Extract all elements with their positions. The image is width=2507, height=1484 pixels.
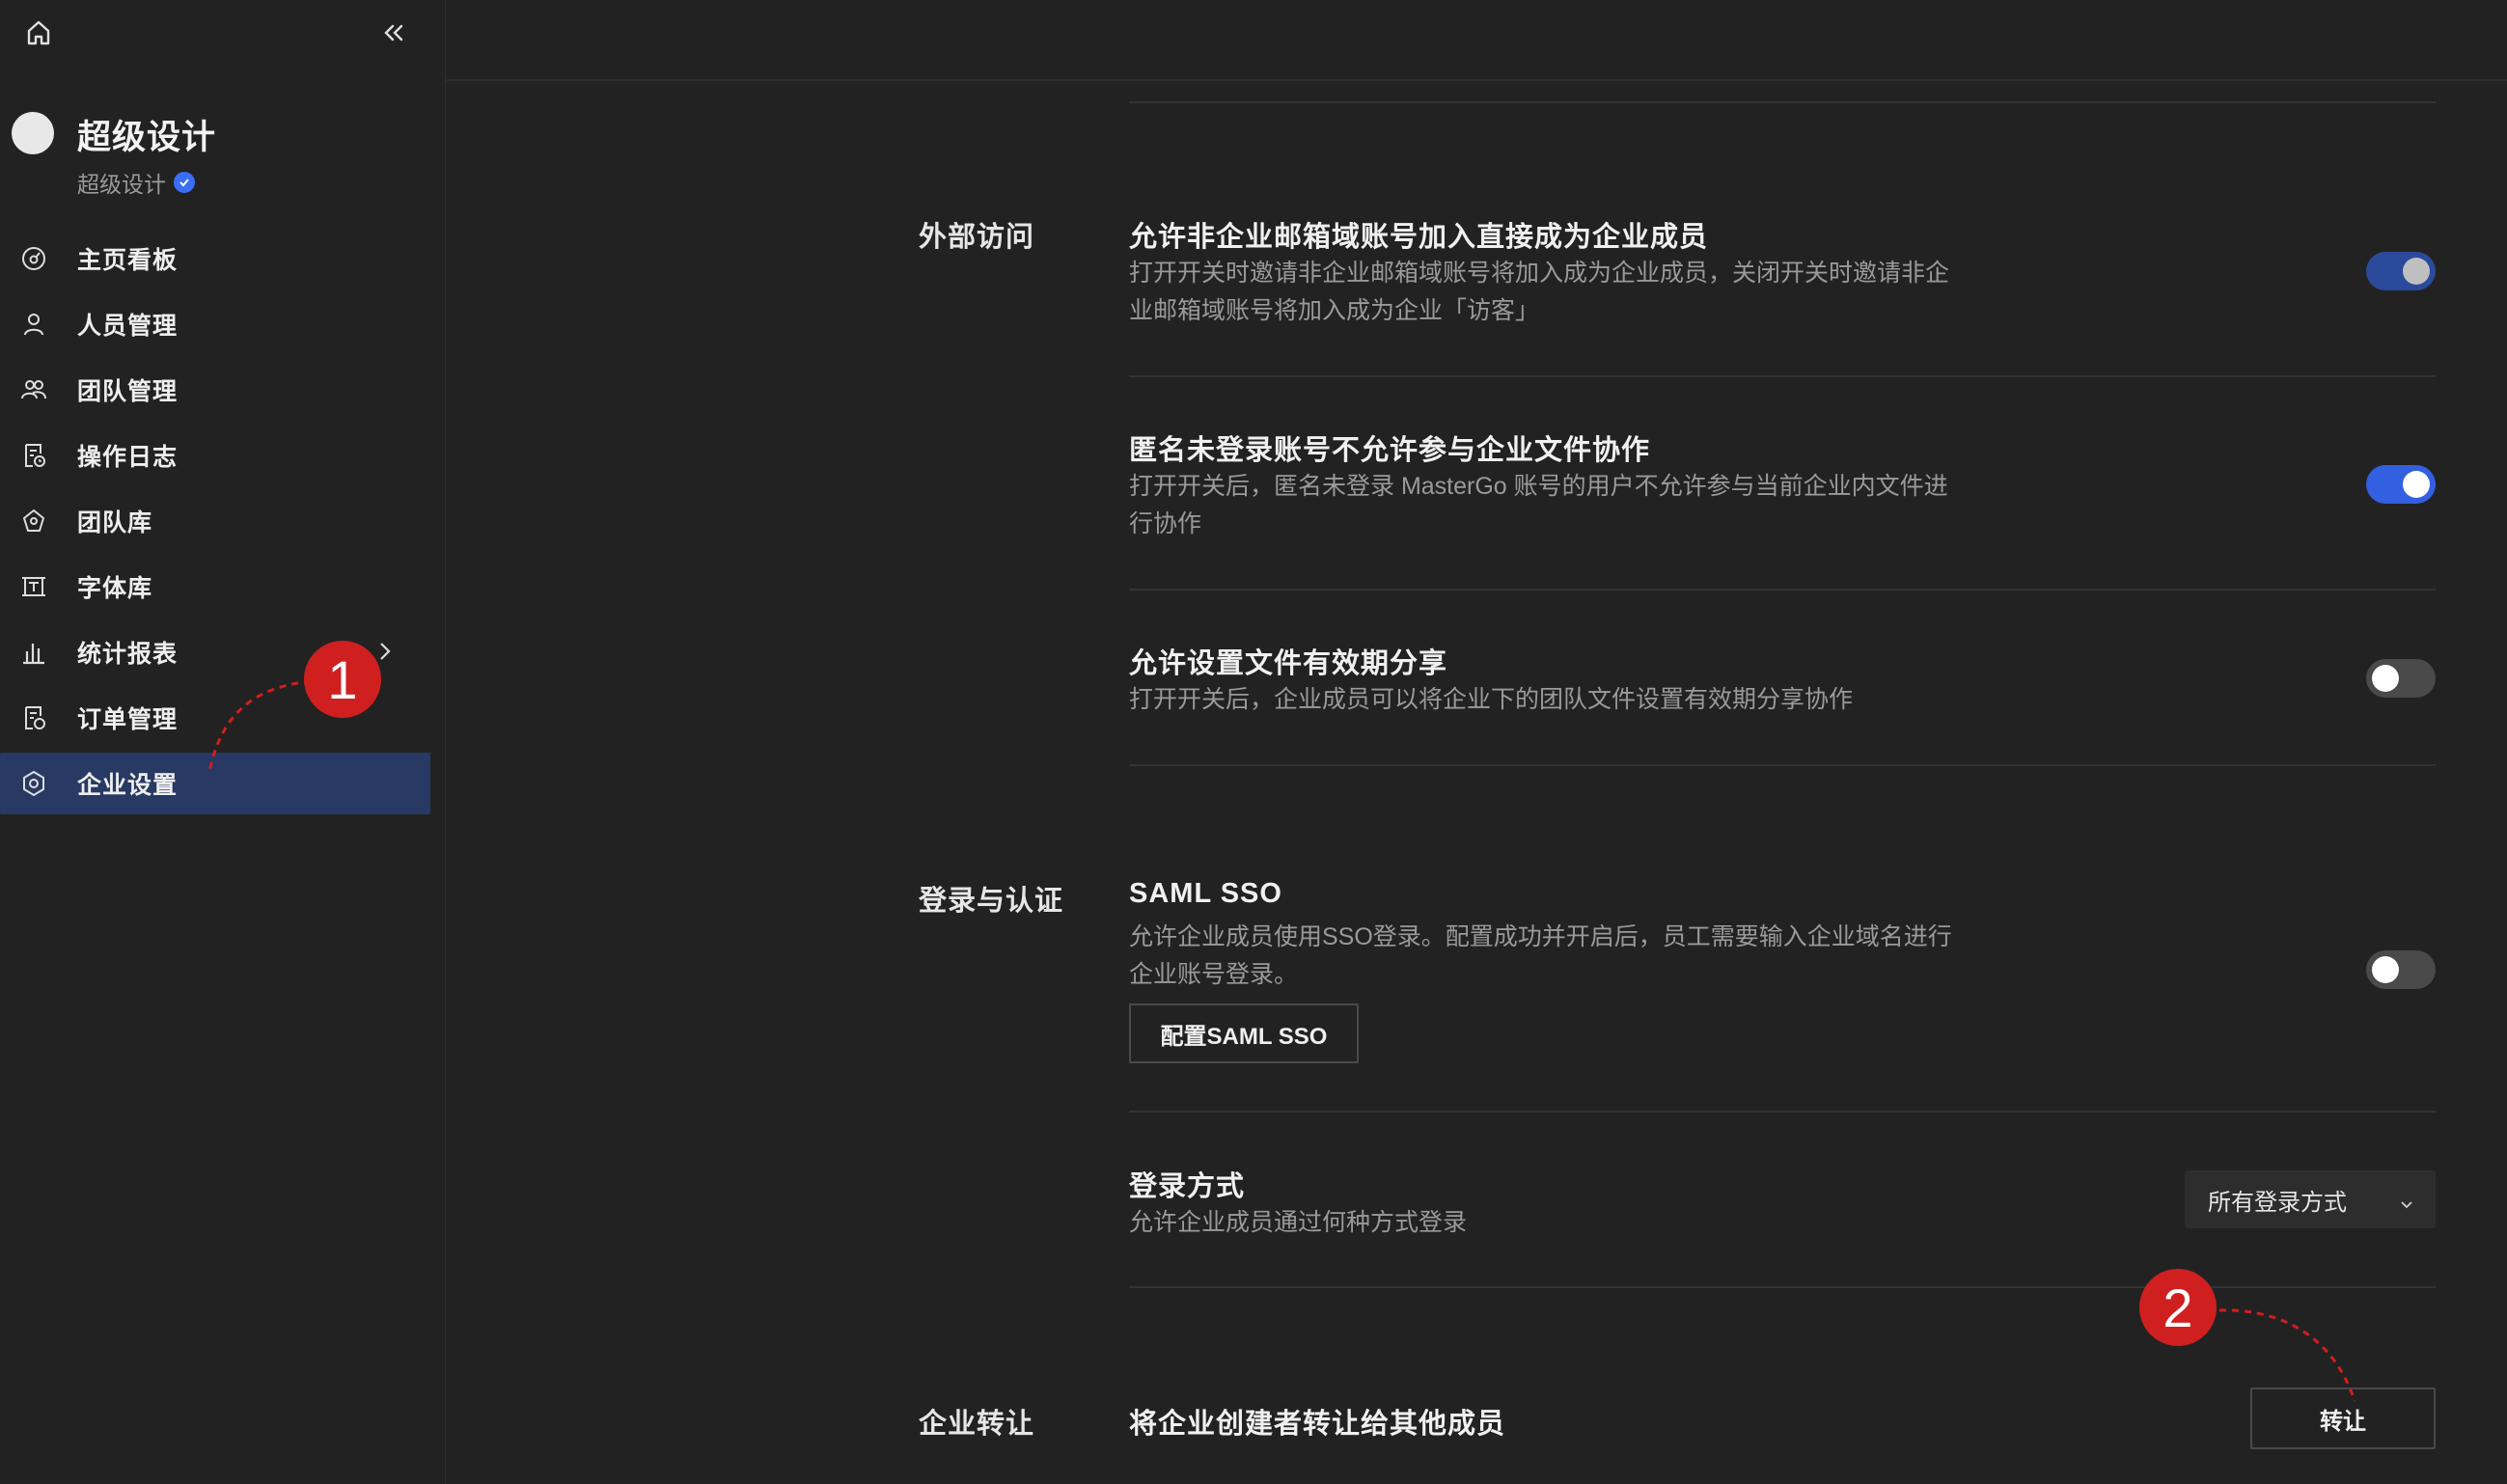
user-icon <box>19 310 48 339</box>
sidebar-item-label: 团队管理 <box>77 378 179 405</box>
login-method-selected-value: 所有登录方式 <box>2208 1189 2347 1216</box>
divider <box>1129 1286 2436 1288</box>
sidebar-nav: 主页看板 人员管理 团队管理 操作日志 团队库 字体库 统计报表 订单管理 企业… <box>0 228 430 818</box>
annotation-marker-1: 1 <box>304 641 381 718</box>
sidebar-item-fonts[interactable]: 字体库 <box>0 556 430 618</box>
team-avatar[interactable] <box>12 112 54 154</box>
verified-badge-icon <box>174 172 195 193</box>
divider <box>1129 1111 2436 1113</box>
team-subtitle-text: 超级设计 <box>77 172 166 197</box>
dashboard-icon <box>19 244 48 273</box>
annotation-marker-2: 2 <box>2139 1269 2217 1346</box>
log-icon <box>19 441 48 470</box>
settings-icon <box>19 769 48 798</box>
sidebar-item-dashboard[interactable]: 主页看板 <box>0 228 430 289</box>
divider <box>1129 375 2436 377</box>
setting-title-expiring-share: 允许设置文件有效期分享 <box>1129 648 1448 679</box>
bar-chart-icon <box>19 638 48 667</box>
sidebar-item-people[interactable]: 人员管理 <box>0 293 430 355</box>
sidebar: 超级设计 超级设计 主页看板 人员管理 团队管理 操作日志 团队库 字体库 统计… <box>0 0 446 1484</box>
sidebar-item-label: 字体库 <box>77 575 153 602</box>
double-chevron-left-icon[interactable] <box>376 15 411 50</box>
toggle-knob <box>2372 665 2399 692</box>
divider <box>1129 764 2436 766</box>
setting-desc-expiring-share: 打开开关后，企业成员可以将企业下的团队文件设置有效期分享协作 <box>1129 686 1854 713</box>
sidebar-item-label: 人员管理 <box>77 313 179 340</box>
sidebar-item-library[interactable]: 团队库 <box>0 490 430 552</box>
chevron-down-icon <box>2399 1192 2414 1219</box>
section-title-transfer: 企业转让 <box>919 1409 1035 1440</box>
team-subtitle: 超级设计 <box>77 166 195 199</box>
setting-title-login-method: 登录方式 <box>1129 1171 1246 1202</box>
home-icon[interactable] <box>21 15 56 50</box>
sidebar-item-label: 企业设置 <box>77 772 179 799</box>
divider <box>1129 101 2436 103</box>
section-title-external-access: 外部访问 <box>919 222 1035 253</box>
setting-title-non-domain-join: 允许非企业邮箱域账号加入直接成为企业成员 <box>1129 222 1709 253</box>
order-icon <box>19 703 48 732</box>
team-name: 超级设计 <box>77 119 217 156</box>
sidebar-item-label: 统计报表 <box>77 641 179 668</box>
sidebar-item-label: 订单管理 <box>77 706 179 733</box>
setting-desc-saml-sso: 允许企业成员使用SSO登录。配置成功并开启后，员工需要输入企业域名进行企业账号登… <box>1129 923 1952 988</box>
top-bar <box>447 0 2507 81</box>
setting-title-transfer: 将企业创建者转让给其他成员 <box>1129 1409 1506 1440</box>
team-icon <box>19 375 48 404</box>
toggle-knob <box>2403 258 2430 285</box>
configure-saml-sso-button[interactable]: 配置SAML SSO <box>1129 1003 1359 1063</box>
section-title-login-auth: 登录与认证 <box>919 886 1064 917</box>
toggle-knob <box>2403 471 2430 498</box>
divider <box>1129 589 2436 591</box>
toggle-expiring-share[interactable] <box>2366 659 2436 698</box>
setting-title-saml-sso: SAML SSO <box>1129 878 1282 909</box>
setting-desc-login-method: 允许企业成员通过何种方式登录 <box>1129 1209 1468 1236</box>
sidebar-item-label: 主页看板 <box>77 247 179 274</box>
login-method-select[interactable]: 所有登录方式 <box>2185 1170 2436 1228</box>
sidebar-item-enterprise-settings[interactable]: 企业设置 <box>0 753 430 814</box>
sidebar-item-label: 团队库 <box>77 509 153 536</box>
transfer-button[interactable]: 转让 <box>2250 1388 2436 1449</box>
setting-desc-anonymous-collab: 打开开关后，匿名未登录 MasterGo 账号的用户不允许参与当前企业内文件进行… <box>1129 473 1948 537</box>
font-icon <box>19 572 48 601</box>
library-icon <box>19 507 48 536</box>
toggle-anonymous-collab[interactable] <box>2366 465 2436 504</box>
sidebar-item-teams[interactable]: 团队管理 <box>0 359 430 421</box>
toggle-saml-sso[interactable] <box>2366 950 2436 989</box>
toggle-non-domain-join[interactable] <box>2366 252 2436 290</box>
setting-desc-non-domain-join: 打开开关时邀请非企业邮箱域账号将加入成为企业成员，关闭开关时邀请非企业邮箱域账号… <box>1129 260 1950 324</box>
setting-title-anonymous-collab: 匿名未登录账号不允许参与企业文件协作 <box>1129 435 1651 466</box>
toggle-knob <box>2372 956 2399 983</box>
sidebar-item-logs[interactable]: 操作日志 <box>0 425 430 486</box>
sidebar-item-label: 操作日志 <box>77 444 179 471</box>
